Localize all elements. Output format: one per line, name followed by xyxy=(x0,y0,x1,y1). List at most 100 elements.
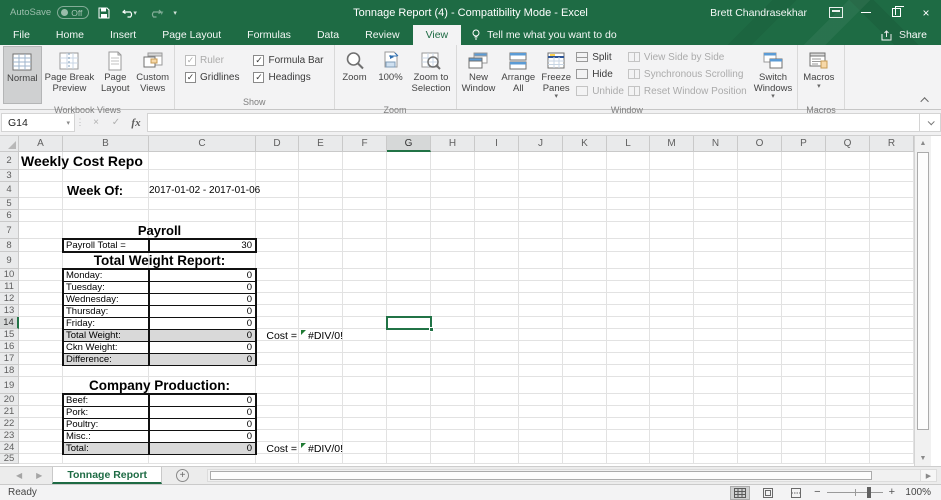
cell-A7[interactable] xyxy=(19,222,63,239)
cell-J9[interactable] xyxy=(519,252,563,269)
cell-L11[interactable] xyxy=(607,281,650,293)
zoom-100-button[interactable]: 100% xyxy=(373,46,409,104)
cell-I6[interactable] xyxy=(475,210,519,222)
vertical-scrollbar[interactable]: ▲▼ xyxy=(914,136,931,466)
cell-E12[interactable] xyxy=(299,293,343,305)
cell-I15[interactable] xyxy=(475,329,519,341)
cell-J19[interactable] xyxy=(519,377,563,394)
cell-R4[interactable] xyxy=(870,182,914,198)
cell-A3[interactable] xyxy=(19,170,63,182)
cell-H22[interactable] xyxy=(431,418,475,430)
cell-J16[interactable] xyxy=(519,341,563,353)
cell-N20[interactable] xyxy=(694,394,738,406)
cell-H25[interactable] xyxy=(431,454,475,464)
cell-G18[interactable] xyxy=(387,365,431,377)
cell-E18[interactable] xyxy=(299,365,343,377)
cell-L4[interactable] xyxy=(607,182,650,198)
redo-button[interactable]: ▾ xyxy=(146,4,167,22)
cell-E16[interactable] xyxy=(299,341,343,353)
cell-F2[interactable] xyxy=(343,152,387,170)
column-header-G[interactable]: G xyxy=(387,136,431,152)
weight-table-row[interactable]: Ckn Weight:0 xyxy=(64,342,255,354)
cell-N3[interactable] xyxy=(694,170,738,182)
cell-Q10[interactable] xyxy=(826,269,870,281)
cell-K21[interactable] xyxy=(563,406,607,418)
zoom-in-button[interactable]: + xyxy=(889,487,895,498)
statusbar-page-layout-button[interactable] xyxy=(758,486,778,500)
cell-K9[interactable] xyxy=(563,252,607,269)
cell-Q18[interactable] xyxy=(826,365,870,377)
cell-Q5[interactable] xyxy=(826,198,870,210)
cell-H24[interactable] xyxy=(431,442,475,454)
view-side-by-side-button[interactable]: View Side by Side xyxy=(628,50,747,64)
cell-J15[interactable] xyxy=(519,329,563,341)
cell-F9[interactable] xyxy=(343,252,387,269)
cell-D14[interactable] xyxy=(256,317,299,329)
cell-I25[interactable] xyxy=(475,454,519,464)
autosave-toggle[interactable]: Off xyxy=(57,6,89,19)
cell-L14[interactable] xyxy=(607,317,650,329)
cell-E21[interactable] xyxy=(299,406,343,418)
cell-J23[interactable] xyxy=(519,430,563,442)
cell-Q6[interactable] xyxy=(826,210,870,222)
cell-P12[interactable] xyxy=(782,293,826,305)
column-header-Q[interactable]: Q xyxy=(826,136,870,152)
cell-K18[interactable] xyxy=(563,365,607,377)
cell-K16[interactable] xyxy=(563,341,607,353)
cell-E14[interactable] xyxy=(299,317,343,329)
horizontal-scrollbar-thumb[interactable] xyxy=(210,471,872,480)
cell-F16[interactable] xyxy=(343,341,387,353)
row-header-10[interactable]: 10 xyxy=(0,269,19,281)
cell-F3[interactable] xyxy=(343,170,387,182)
cell-F17[interactable] xyxy=(343,353,387,365)
tab-review[interactable]: Review xyxy=(352,25,412,45)
cell-Q20[interactable] xyxy=(826,394,870,406)
column-header-J[interactable]: J xyxy=(519,136,563,152)
cell-L2[interactable] xyxy=(607,152,650,170)
cell-O15[interactable] xyxy=(738,329,782,341)
weight-table-row[interactable]: Wednesday:0 xyxy=(64,294,255,306)
cell-D4[interactable] xyxy=(256,182,299,198)
cell-H5[interactable] xyxy=(431,198,475,210)
cell-M20[interactable] xyxy=(650,394,694,406)
cell-M21[interactable] xyxy=(650,406,694,418)
formula-bar-expand-button[interactable] xyxy=(919,113,941,132)
cell-D2[interactable] xyxy=(256,152,299,170)
weight-table-row[interactable]: Friday:0 xyxy=(64,318,255,330)
selected-cell-G14[interactable] xyxy=(386,316,432,330)
cell-Q3[interactable] xyxy=(826,170,870,182)
cell-F12[interactable] xyxy=(343,293,387,305)
cell-H4[interactable] xyxy=(431,182,475,198)
cell-L23[interactable] xyxy=(607,430,650,442)
cell-N6[interactable] xyxy=(694,210,738,222)
row-header-3[interactable]: 3 xyxy=(0,170,19,182)
cell-B25[interactable] xyxy=(63,454,149,464)
cell-R21[interactable] xyxy=(870,406,914,418)
cell-L3[interactable] xyxy=(607,170,650,182)
cell-H7[interactable] xyxy=(431,222,475,239)
cell-G9[interactable] xyxy=(387,252,431,269)
column-header-E[interactable]: E xyxy=(299,136,343,152)
cell-J21[interactable] xyxy=(519,406,563,418)
column-header-K[interactable]: K xyxy=(563,136,607,152)
cell-A6[interactable] xyxy=(19,210,63,222)
cell-J2[interactable] xyxy=(519,152,563,170)
cell-L12[interactable] xyxy=(607,293,650,305)
cell-b9-weight-header[interactable]: Total Weight Report: xyxy=(63,253,256,268)
cell-P25[interactable] xyxy=(782,454,826,464)
cell-H20[interactable] xyxy=(431,394,475,406)
cell-J7[interactable] xyxy=(519,222,563,239)
row-header-21[interactable]: 21 xyxy=(0,406,19,418)
cell-G19[interactable] xyxy=(387,377,431,394)
cell-M14[interactable] xyxy=(650,317,694,329)
cell-A4[interactable] xyxy=(19,182,63,198)
cell-F20[interactable] xyxy=(343,394,387,406)
cell-N24[interactable] xyxy=(694,442,738,454)
cell-O4[interactable] xyxy=(738,182,782,198)
cell-E20[interactable] xyxy=(299,394,343,406)
cell-R24[interactable] xyxy=(870,442,914,454)
cell-I11[interactable] xyxy=(475,281,519,293)
selection-fill-handle[interactable] xyxy=(429,327,434,332)
cell-N21[interactable] xyxy=(694,406,738,418)
row-header-2[interactable]: 2 xyxy=(0,152,19,170)
